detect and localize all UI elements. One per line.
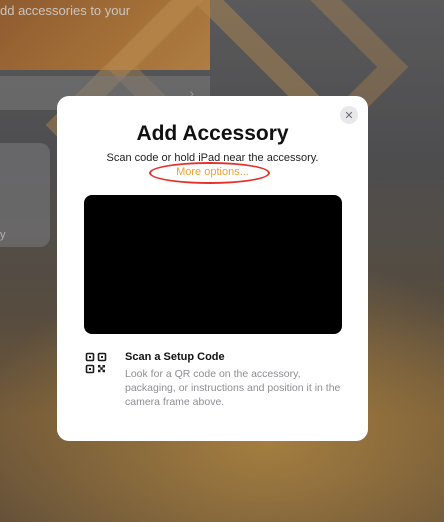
modal-subtitle: Scan code or hold iPad near the accessor… [106, 152, 319, 164]
modal-title: Add Accessory [136, 122, 289, 145]
add-accessory-modal: ✕ Add Accessory Scan code or hold iPad n… [57, 96, 368, 441]
camera-viewfinder [84, 195, 342, 334]
qr-code-icon [85, 352, 107, 374]
scan-setup-code-description: Look for a QR code on the accessory, pac… [125, 368, 341, 408]
more-options-link[interactable]: More options... [57, 166, 368, 178]
close-icon: ✕ [344, 109, 354, 122]
scan-setup-code-title: Scan a Setup Code [125, 351, 225, 363]
